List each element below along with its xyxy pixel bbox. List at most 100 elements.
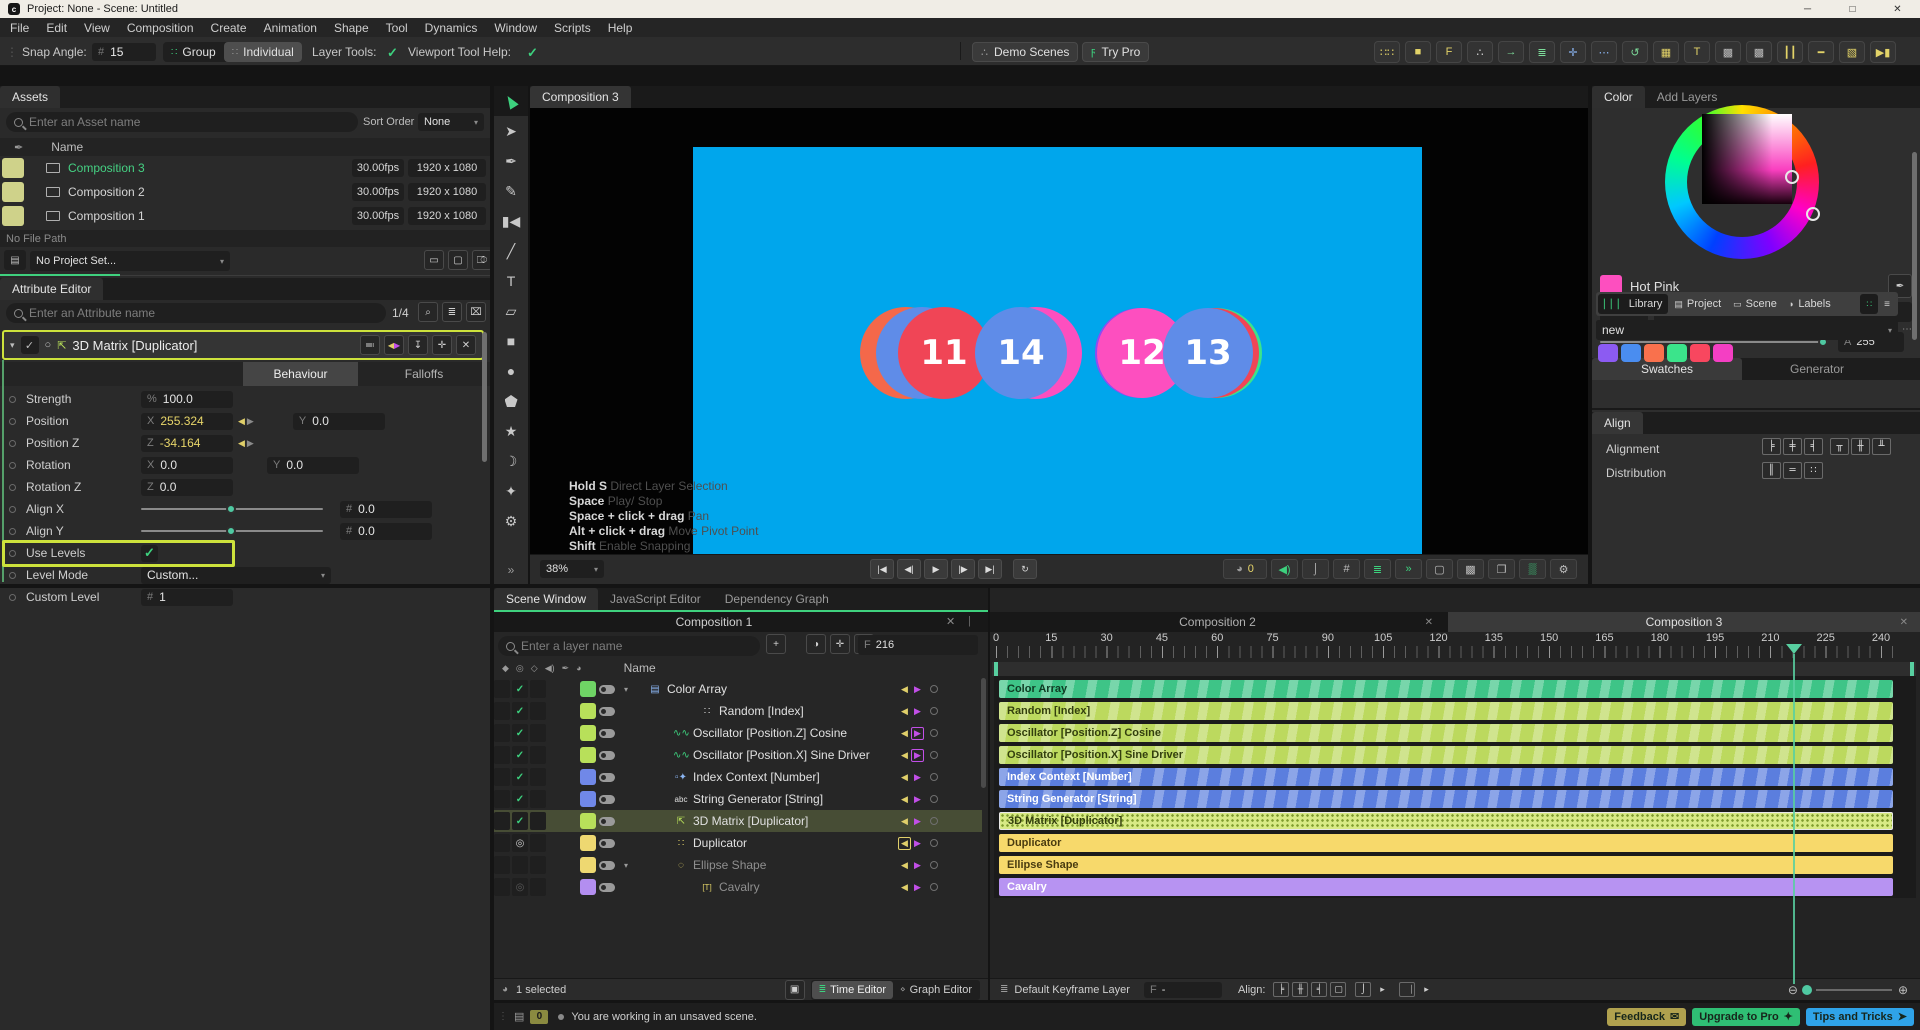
panel-splitter[interactable] — [0, 274, 120, 276]
selected-layer-header[interactable]: ▾ ✓ ○ ⇱ 3D Matrix [Duplicator] ≕ ◀ ▶ ↧ ✛ … — [2, 330, 484, 360]
layer-color-swatch[interactable] — [580, 791, 596, 807]
in-connection-icon[interactable]: ◀ — [898, 727, 911, 740]
use-levels-checkbox[interactable]: ✓ — [141, 544, 158, 562]
alpha-slider[interactable] — [1600, 337, 1828, 347]
select-tool[interactable] — [494, 86, 528, 116]
solo-circle-icon[interactable] — [930, 751, 938, 759]
sparkle-tool[interactable]: ✦ — [494, 476, 528, 506]
chevron-down-icon[interactable]: ▾ — [619, 861, 633, 870]
dashed-arrow-icon[interactable]: → — [1498, 41, 1524, 63]
lock-icon[interactable]: ◆ — [502, 663, 509, 674]
connect-circle-icon[interactable] — [9, 505, 16, 513]
loop-button[interactable]: ↻ — [1013, 559, 1037, 579]
pencil-tool[interactable]: ✎ — [494, 176, 528, 206]
in-connection-icon[interactable]: ◀ — [898, 749, 911, 762]
tab-generator[interactable]: Generator — [1742, 358, 1892, 380]
motion-pen-icon[interactable]: T — [1684, 41, 1710, 63]
tab-falloffs[interactable]: Falloffs — [358, 362, 490, 386]
visibility-cell[interactable]: ✓ — [512, 724, 528, 742]
composition-canvas[interactable]: 11 14 12 13 — [693, 147, 1422, 557]
menu-animation[interactable]: Animation — [264, 21, 317, 35]
grid-cells-icon[interactable]: ▧ — [1839, 41, 1865, 63]
visibility-cell[interactable]: ✓ — [512, 680, 528, 698]
scatter-icon[interactable]: ∴ — [1467, 41, 1493, 63]
graph-editor-button[interactable]: ⋄ Graph Editor — [893, 981, 979, 999]
lock-cell[interactable] — [494, 768, 510, 786]
stack-icon[interactable]: ▩ — [1457, 559, 1484, 579]
solo-circle-icon[interactable]: ○ — [45, 339, 52, 351]
tab-add-layers[interactable]: Add Layers — [1645, 86, 1730, 108]
layer-toggle[interactable] — [599, 816, 615, 826]
distribute-v-button[interactable]: ═ — [1783, 462, 1802, 479]
palette-swatch[interactable] — [1713, 344, 1733, 362]
solo-circle-icon[interactable] — [930, 795, 938, 803]
timeline-tab-composition-2[interactable]: Composition 2 ✕ — [990, 612, 1445, 632]
layer-toggle[interactable] — [599, 794, 615, 804]
viewport-tool-help-check-icon[interactable]: ✓ — [527, 45, 538, 61]
layer-row[interactable]: ✓ ▫✦ Index Context [Number] ◀ ▶ — [494, 766, 982, 788]
solo-cell[interactable] — [530, 702, 546, 720]
snap-angle-input[interactable]: #15 — [92, 43, 156, 61]
track-bar-color-array[interactable]: Color Array — [999, 680, 1893, 698]
onion-skin-icon[interactable]: ◑ — [806, 634, 826, 654]
menu-tool[interactable]: Tool — [386, 21, 408, 35]
group-button[interactable]: ∷ Group — [163, 42, 224, 62]
isolate-icon[interactable]: ✛ — [830, 634, 850, 654]
connect-circle-icon[interactable] — [9, 571, 16, 579]
menu-create[interactable]: Create — [211, 21, 247, 35]
cube-icon[interactable]: ■ — [1405, 41, 1431, 63]
visibility-cell[interactable]: ◎ — [512, 878, 528, 896]
menu-scripts[interactable]: Scripts — [554, 21, 591, 35]
in-connection-icon[interactable]: ◀ — [898, 793, 911, 806]
visibility-cell[interactable]: ✓ — [512, 812, 528, 830]
enabled-check-icon[interactable]: ✓ — [20, 336, 39, 354]
layer-color-swatch[interactable] — [580, 813, 596, 829]
out-connection-icon[interactable]: ▶ — [911, 859, 924, 872]
out-connection-icon[interactable]: ▶ — [911, 771, 924, 784]
palette-swatch[interactable] — [1667, 344, 1687, 362]
sort-order-dropdown[interactable]: None ▾ — [418, 113, 484, 131]
close-tab-icon[interactable]: ✕ — [1425, 617, 1433, 628]
connect-circle-icon[interactable] — [9, 461, 16, 469]
visibility-cell[interactable]: ◎ — [512, 834, 528, 852]
attribute-search-input[interactable] — [29, 306, 378, 320]
in-connection-icon[interactable]: ◀ — [898, 771, 911, 784]
snap-expand-icon[interactable]: ▸ — [1418, 982, 1434, 997]
tab-behaviour[interactable]: Behaviour — [243, 362, 358, 386]
project-set-icon[interactable]: ▤ — [4, 250, 26, 270]
pin-icon[interactable]: ↧ — [408, 335, 428, 355]
solo-circle-icon[interactable] — [930, 817, 938, 825]
palette-swatch[interactable] — [1621, 344, 1641, 362]
new-folder-icon[interactable]: ▭ — [424, 250, 444, 270]
swatch-tab-project[interactable]: ▤ Project — [1668, 294, 1727, 314]
timeline-frame-field[interactable]: F- — [1143, 981, 1222, 998]
layer-row[interactable]: ◎ ∷ Duplicator ◀ ▶ — [494, 832, 982, 854]
minimize-button[interactable]: ─ — [1785, 0, 1830, 18]
align-v-center-button[interactable]: ╫ — [1851, 438, 1870, 455]
attribute-field[interactable]: X 0.0 — [141, 456, 233, 474]
magnet-icon[interactable]: ⌡ — [1355, 982, 1372, 997]
solo-cell[interactable] — [530, 768, 546, 786]
eye-icon[interactable]: ◎ — [516, 663, 524, 674]
layer-search-input[interactable] — [521, 639, 752, 653]
layer-row[interactable]: ✓ ∿∿ Oscillator [Position.Z] Cosine ◀ ▶ — [494, 722, 982, 744]
solo-cell[interactable] — [530, 724, 546, 742]
tab-color[interactable]: Color — [1592, 86, 1645, 108]
solo-cell[interactable] — [530, 790, 546, 808]
work-area-end-handle[interactable] — [1910, 662, 1914, 676]
visibility-cell[interactable]: ✓ — [512, 702, 528, 720]
add-attribute-icon[interactable]: ≣ — [442, 302, 462, 322]
hue-handle[interactable] — [1806, 207, 1820, 221]
camera-tool[interactable]: ▮◀ — [494, 206, 528, 236]
selection-toggle-icon[interactable]: ◕ — [502, 984, 508, 995]
menu-dynamics[interactable]: Dynamics — [425, 21, 478, 35]
kf-align-left-button[interactable]: ╞ — [1273, 982, 1290, 997]
track-bar-cavalry[interactable]: Cavalry — [999, 878, 1893, 896]
layer-row[interactable]: ▾ ◌ Ellipse Shape ◀ ▶ — [494, 854, 982, 876]
layer-tools-check-icon[interactable]: ✓ — [387, 45, 398, 61]
new-composition-icon[interactable]: ▢ — [448, 250, 468, 270]
solo-cell[interactable] — [530, 856, 546, 874]
work-area-bar[interactable] — [992, 662, 1916, 676]
lock-cell[interactable] — [494, 680, 510, 698]
snap-playhead-icon[interactable]: ⎹ — [1399, 982, 1416, 997]
